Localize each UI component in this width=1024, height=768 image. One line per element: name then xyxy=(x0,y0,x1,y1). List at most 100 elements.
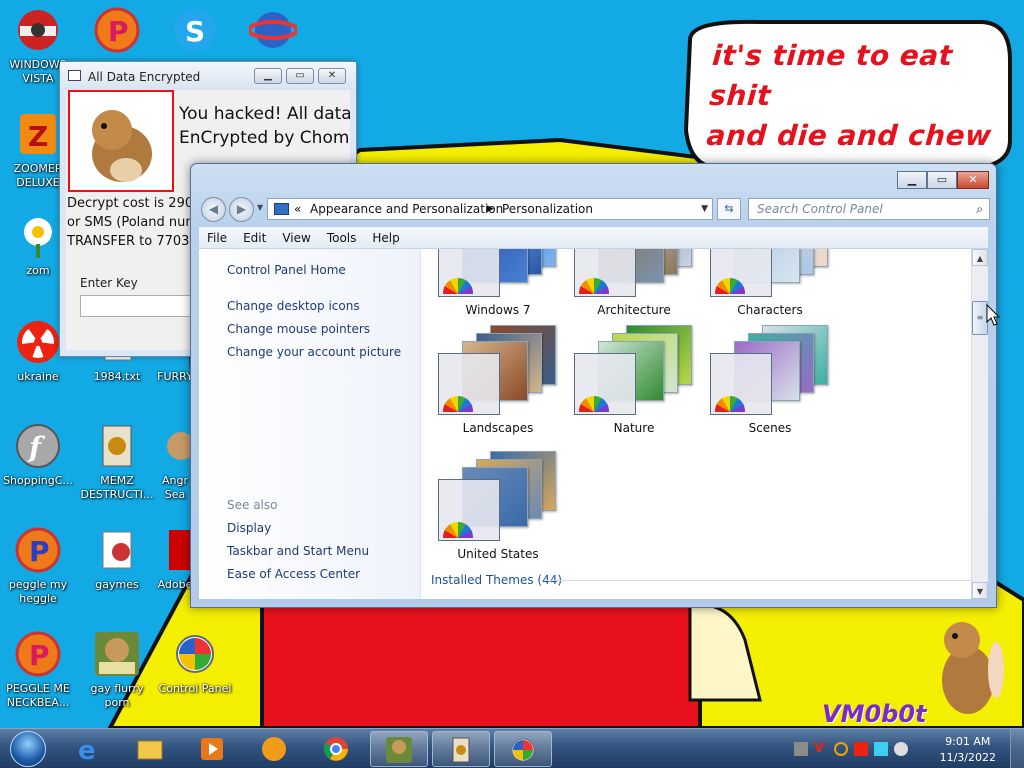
taskbar: e V 9:01 AM 11/3/2022 xyxy=(0,728,1024,768)
desktop-icon-peggle-my-heggle[interactable]: P peggle my heggle xyxy=(0,526,76,606)
windows-logo-icon xyxy=(10,731,46,767)
clock[interactable]: 9:01 AM 11/3/2022 xyxy=(940,734,996,766)
theme-front xyxy=(574,353,636,415)
start-button[interactable] xyxy=(4,729,52,768)
search-icon[interactable]: ⌕ xyxy=(976,199,983,219)
desktop-icon-gaymes[interactable]: gaymes xyxy=(79,526,155,592)
minimize-button[interactable]: ▁ xyxy=(897,171,927,189)
theme-scenes[interactable]: Scenes xyxy=(705,321,835,435)
menu-tools[interactable]: Tools xyxy=(319,227,365,249)
vista-icon xyxy=(14,6,62,54)
theme-name: United States xyxy=(457,547,539,561)
desktop-icon-label: gay flurry porn xyxy=(90,682,144,709)
desktop-icon-peggle-neckbeard[interactable]: P PEGGLE ME NECKBEA... xyxy=(0,630,76,710)
scroll-up-icon[interactable]: ▲ xyxy=(972,249,988,266)
taskbar-internet-explorer[interactable]: e xyxy=(60,731,118,767)
refresh-button[interactable]: ⇆ xyxy=(717,198,741,220)
back-button[interactable]: ◀ xyxy=(201,197,226,222)
desktop-icon-label: ukraine xyxy=(17,370,59,383)
scroll-down-icon[interactable]: ▼ xyxy=(972,582,988,599)
address-dropdown-icon[interactable]: ▼ xyxy=(701,199,708,219)
uc-browser-icon xyxy=(262,737,286,761)
svg-text:P: P xyxy=(108,15,129,48)
theme-front xyxy=(438,479,500,541)
menu-help[interactable]: Help xyxy=(364,227,407,249)
folder-icon xyxy=(137,740,163,760)
minimize-button[interactable]: ▁ xyxy=(254,68,282,84)
tray-search-icon[interactable] xyxy=(834,742,848,756)
tray-app-icon[interactable] xyxy=(794,742,808,756)
see-also-heading: See also xyxy=(227,498,278,512)
theme-front xyxy=(574,249,636,297)
desktop-icon-browser[interactable] xyxy=(235,6,311,58)
themes-list: Windows 7 Architecture Characters Landsc… xyxy=(421,249,988,599)
tray-v-icon[interactable]: V xyxy=(814,742,828,756)
address-bar[interactable]: « Appearance and Personalization ▶ Perso… xyxy=(267,198,713,220)
desktop-icon-shopping[interactable]: f ShoppingC... xyxy=(0,422,76,488)
tray-volume-icon[interactable] xyxy=(894,742,908,756)
taskbar-uc-browser[interactable] xyxy=(246,731,304,767)
theme-windows-7[interactable]: Windows 7 xyxy=(433,249,563,317)
link-change-mouse-pointers[interactable]: Change mouse pointers xyxy=(227,322,370,336)
link-taskbar-start-menu[interactable]: Taskbar and Start Menu xyxy=(227,544,369,558)
theme-nature[interactable]: Nature xyxy=(569,321,699,435)
desktop-icon-memz[interactable]: MEMZ DESTRUCTI... xyxy=(79,422,155,502)
desktop-icon-label: PEGGLE ME NECKBEA... xyxy=(6,682,70,709)
link-change-desktop-icons[interactable]: Change desktop icons xyxy=(227,299,360,313)
link-change-account-picture[interactable]: Change your account picture xyxy=(227,345,401,359)
desktop-icon-peggle[interactable]: P xyxy=(79,6,155,58)
navigation-bar: ◀ ▶ ▼ « Appearance and Personalization ▶… xyxy=(199,195,990,223)
link-control-panel-home[interactable]: Control Panel Home xyxy=(227,263,346,277)
taskbar-media-player[interactable] xyxy=(184,731,242,767)
mouse-cursor-icon xyxy=(986,304,1000,326)
maximize-button[interactable]: ▭ xyxy=(286,68,314,84)
theme-name: Landscapes xyxy=(462,421,534,435)
link-ease-of-access[interactable]: Ease of Access Center xyxy=(227,567,360,581)
menu-file[interactable]: File xyxy=(199,227,235,249)
close-button[interactable]: ✕ xyxy=(318,68,346,84)
desktop-icon-label: peggle my heggle xyxy=(8,578,68,605)
recent-pages-dropdown[interactable]: ▼ xyxy=(257,203,263,212)
theme-characters[interactable]: Characters xyxy=(705,249,835,317)
taskbar-windows-explorer[interactable] xyxy=(122,731,180,767)
desktop-icon-skype[interactable]: S xyxy=(157,6,233,58)
clock-time: 9:01 AM xyxy=(945,735,991,748)
media-player-icon xyxy=(201,738,223,760)
search-input[interactable]: Search Control Panel ⌕ xyxy=(748,198,990,220)
ransom-title: All Data Encrypted xyxy=(88,70,201,84)
theme-thumbnail xyxy=(438,249,558,299)
taskbar-control-panel[interactable] xyxy=(494,731,552,767)
desktop-icon-gay-flurry[interactable]: gay flurry porn xyxy=(79,630,155,710)
chrome-icon xyxy=(323,737,348,761)
svg-text:Z: Z xyxy=(28,120,48,153)
maximize-button[interactable]: ▭ xyxy=(927,171,957,189)
close-button[interactable]: ✕ xyxy=(957,171,989,189)
tray-flag-icon[interactable] xyxy=(854,742,868,756)
menu-view[interactable]: View xyxy=(274,227,318,249)
vertical-scrollbar[interactable]: ▲ ≡ ▼ xyxy=(971,249,988,599)
control-panel-icon xyxy=(511,738,535,762)
theme-thumbnail xyxy=(438,447,558,543)
theme-landscapes[interactable]: Landscapes xyxy=(433,321,563,435)
ransom-titlebar[interactable]: All Data Encrypted ▁ ▭ ✕ xyxy=(60,62,356,90)
desktop-icon-control-panel[interactable]: Control Panel xyxy=(157,630,233,696)
theme-name: Scenes xyxy=(748,421,792,435)
breadcrumb-separator-icon[interactable]: ▶ xyxy=(487,199,494,219)
theme-front xyxy=(438,353,500,415)
theme-architecture[interactable]: Architecture xyxy=(569,249,699,317)
taskbar-hamster-box[interactable] xyxy=(370,731,428,767)
show-desktop-button[interactable] xyxy=(1010,729,1024,768)
theme-name: Nature xyxy=(613,421,655,435)
breadcrumb-overflow[interactable]: « xyxy=(294,199,301,219)
forward-button[interactable]: ▶ xyxy=(229,197,254,222)
menu-edit[interactable]: Edit xyxy=(235,227,274,249)
breadcrumb-appearance[interactable]: Appearance and Personalization xyxy=(310,199,503,219)
breadcrumb-personalization[interactable]: Personalization xyxy=(502,199,593,219)
link-display[interactable]: Display xyxy=(227,521,271,535)
window-icon xyxy=(68,70,81,81)
taskbar-chrome[interactable] xyxy=(308,731,366,767)
tray-network-icon[interactable] xyxy=(874,742,888,756)
theme-united-states[interactable]: United States xyxy=(433,447,563,561)
personalization-window[interactable]: ▁ ▭ ✕ ◀ ▶ ▼ « Appearance and Personaliza… xyxy=(190,163,997,608)
taskbar-memz[interactable] xyxy=(432,731,490,767)
